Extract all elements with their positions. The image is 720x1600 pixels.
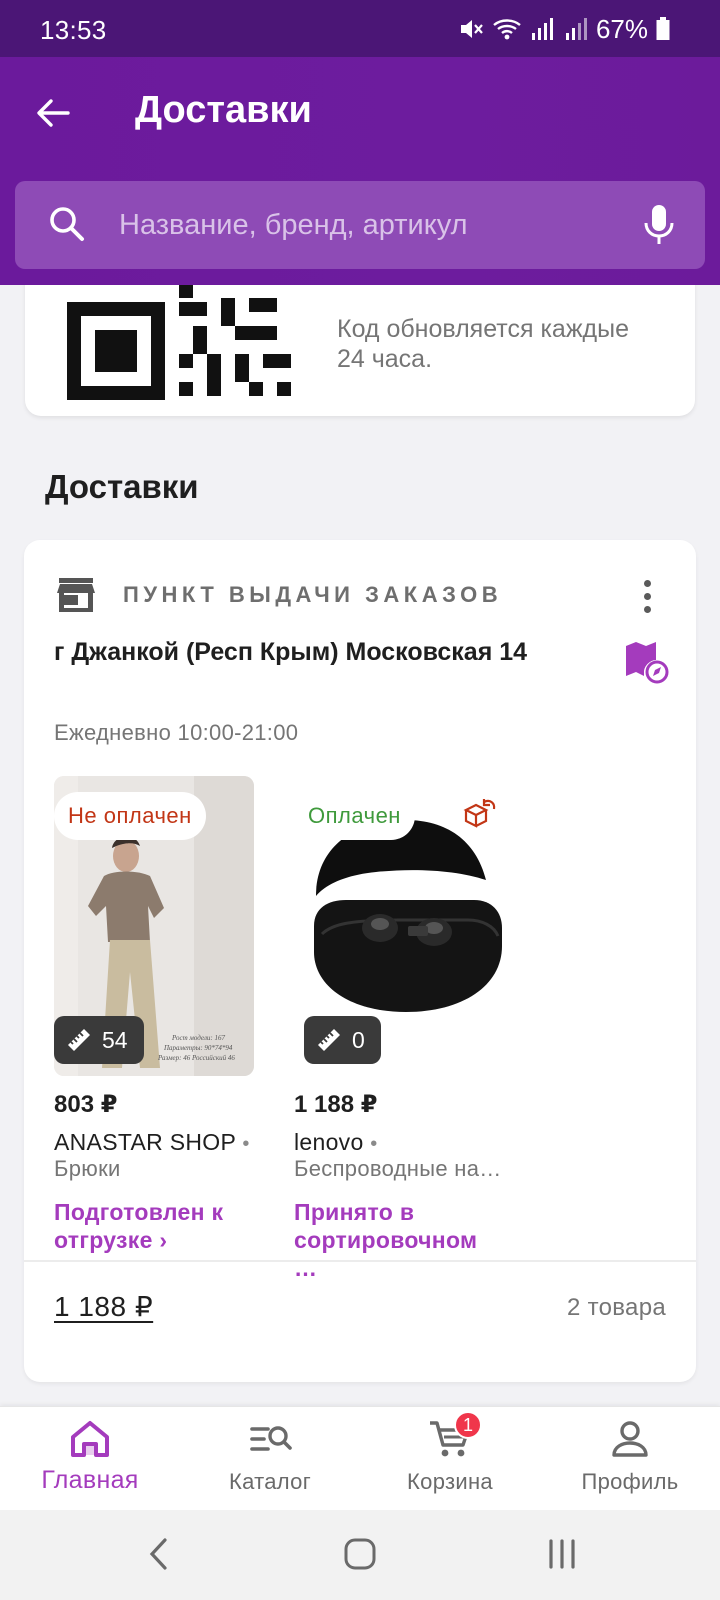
svg-text:Размер: 46 Российский 46: Размер: 46 Российский 46: [157, 1054, 235, 1062]
pickup-type-label: ПУНКТ ВЫДАЧИ ЗАКАЗОВ: [123, 582, 503, 607]
ruler-icon: [68, 1029, 90, 1051]
system-navigation-bar: [0, 1510, 720, 1600]
size-value: 0: [352, 1026, 365, 1053]
status-icons: 67%: [458, 12, 670, 46]
nav-cart[interactable]: 1 Корзина: [360, 1407, 540, 1511]
qr-update-note: Код обновляется каждые 24 часа.: [337, 315, 630, 373]
nav-home[interactable]: Главная: [0, 1407, 180, 1511]
qr-code: [67, 270, 291, 400]
product-price: 803 ₽: [54, 1091, 118, 1118]
map-icon[interactable]: [624, 640, 670, 684]
system-back-button[interactable]: [136, 1534, 180, 1574]
home-icon: [71, 1421, 109, 1457]
profile-icon: [612, 1421, 648, 1457]
status-line: сортировочном …: [294, 1227, 478, 1281]
nav-label: Профиль: [581, 1469, 679, 1494]
product-card[interactable]: Оплачен 0 1 188 ₽ lenovo • Беспроводные …: [294, 776, 510, 1282]
status-line: Подготовлен к: [54, 1199, 224, 1225]
payment-status-badge: Оплачен: [294, 792, 415, 840]
status-bar: 13:53 67%: [0, 0, 720, 57]
svg-text:Параметры: 90*74*94: Параметры: 90*74*94: [163, 1044, 233, 1052]
system-recents-button[interactable]: [540, 1534, 584, 1574]
product-price: 1 188 ₽: [294, 1091, 378, 1118]
return-box-icon[interactable]: [462, 798, 498, 830]
search-icon: [50, 207, 84, 241]
product-name: Беспроводные на…: [294, 1156, 502, 1181]
section-title: Доставки: [45, 468, 199, 505]
chevron-left-icon: [149, 1538, 167, 1570]
mute-icon: [460, 20, 483, 38]
product-brand: ANASTAR SHOP •: [54, 1129, 264, 1156]
battery-percent: 67%: [595, 13, 648, 44]
size-chip: 0: [304, 1016, 381, 1064]
more-options-button[interactable]: [632, 574, 662, 618]
product-image[interactable]: Рост модели: 167 Параметры: 90*74*94 Раз…: [54, 776, 254, 1076]
signal-icon: [531, 18, 553, 40]
order-status-link[interactable]: Принято в сортировочном …: [294, 1198, 504, 1282]
more-dot-icon: [643, 605, 651, 613]
order-status-link[interactable]: Подготовлен к отгрузке ›: [54, 1198, 264, 1254]
system-home-button[interactable]: [338, 1534, 382, 1574]
items-count: 2 товара: [566, 1294, 666, 1321]
ruler-icon: [318, 1029, 340, 1051]
cart-icon-wrap: 1: [428, 1411, 482, 1461]
more-dot-icon: [643, 579, 651, 587]
wifi-icon: [493, 19, 521, 40]
bottom-navigation: Главная Каталог 1 Корзина Профиль: [0, 1406, 720, 1510]
opening-hours: Ежедневно 10:00-21:00: [54, 720, 299, 745]
product-brand: lenovo •: [294, 1129, 504, 1156]
separator-dot: •: [242, 1133, 250, 1155]
size-value: 54: [102, 1026, 128, 1053]
delivery-card: ПУНКТ ВЫДАЧИ ЗАКАЗОВ г Джанкой (Респ Кры…: [24, 540, 696, 1382]
nav-catalog[interactable]: Каталог: [180, 1407, 360, 1511]
product-image[interactable]: Оплачен 0: [294, 776, 510, 1076]
signal-icon-2: [565, 18, 587, 40]
page-title: Доставки: [135, 89, 312, 131]
separator-dot: •: [370, 1133, 378, 1155]
catalog-search-icon: [250, 1426, 292, 1451]
nav-profile[interactable]: Профиль: [540, 1407, 720, 1511]
pickup-address: г Джанкой (Респ Крым) Московская 14: [54, 638, 528, 666]
product-card[interactable]: Рост модели: 167 Параметры: 90*74*94 Раз…: [54, 776, 264, 1254]
recents-icon: [549, 1539, 575, 1569]
status-line: отгрузке ›: [54, 1227, 168, 1253]
nav-label: Каталог: [228, 1469, 312, 1494]
search-bar[interactable]: [15, 181, 705, 269]
payment-status-badge: Не оплачен: [54, 792, 206, 840]
home-square-icon: [344, 1538, 376, 1570]
status-time: 13:53: [40, 15, 107, 45]
back-button[interactable]: [30, 90, 76, 136]
product-name: Брюки: [54, 1156, 121, 1181]
app-bar: Доставки: [0, 57, 720, 285]
battery-icon: [656, 17, 670, 40]
svg-text:Рост модели: 167: Рост модели: 167: [171, 1034, 226, 1042]
arrow-left-icon: [37, 99, 70, 127]
store-icon: [57, 578, 95, 612]
search-input[interactable]: [119, 181, 619, 269]
status-line: Принято в: [294, 1199, 415, 1225]
nav-label: Главная: [41, 1466, 139, 1494]
divider: [24, 1260, 696, 1262]
size-chip: 54: [54, 1016, 144, 1064]
cart-count-badge: 1: [454, 1411, 482, 1439]
microphone-icon[interactable]: [641, 203, 677, 247]
brand-name: ANASTAR SHOP: [54, 1129, 236, 1155]
nav-label: Корзина: [407, 1469, 493, 1494]
total-price[interactable]: 1 188 ₽: [54, 1290, 153, 1323]
more-dot-icon: [643, 592, 651, 600]
brand-name: lenovo: [294, 1129, 364, 1155]
